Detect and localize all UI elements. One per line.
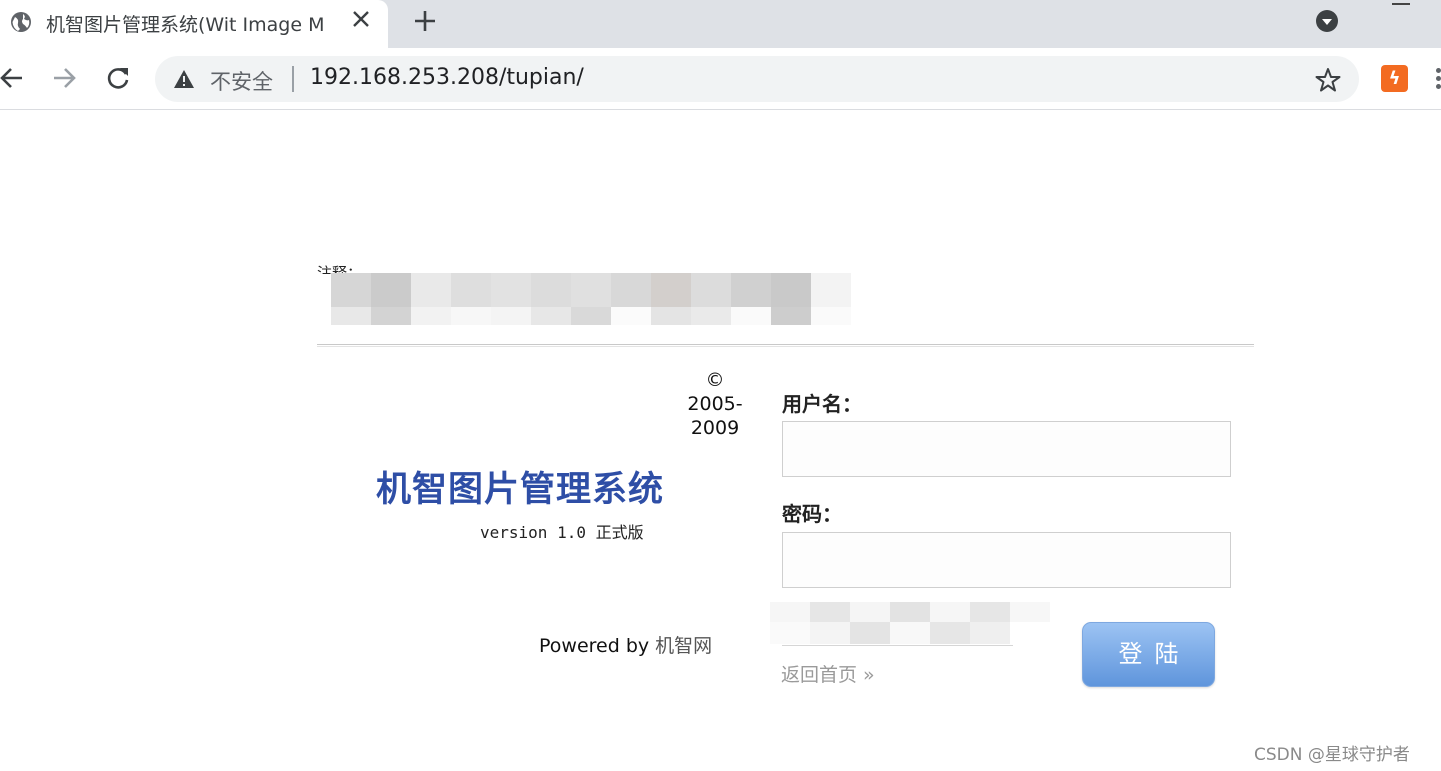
minimize-icon[interactable] <box>1392 3 1410 5</box>
back-icon[interactable] <box>0 64 26 92</box>
watermark-text: CSDN @星球守护者 <box>1254 745 1410 765</box>
version-text: version 1.0 正式版 <box>480 523 644 542</box>
powered-by: Powered by 机智网 <box>539 631 712 658</box>
url-text[interactable]: 192.168.253.208/tupian/ <box>310 65 584 90</box>
new-tab-icon[interactable] <box>412 8 438 34</box>
forward-icon[interactable] <box>50 64 78 92</box>
back-home-link[interactable]: 返回首页 » <box>781 660 875 687</box>
omnibox-divider <box>292 66 294 92</box>
password-label: 密码： <box>782 502 842 526</box>
tab-search-icon[interactable] <box>1315 9 1339 33</box>
captcha-mosaic <box>770 602 1050 644</box>
address-bar[interactable]: 不安全 192.168.253.208/tupian/ <box>155 56 1359 102</box>
powered-by-link[interactable]: 机智网 <box>655 635 712 657</box>
copyright-symbol: © <box>705 369 725 391</box>
reload-icon[interactable] <box>104 64 132 92</box>
password-input[interactable] <box>782 532 1231 588</box>
copyright-text: © 2005- 2009 <box>672 368 758 440</box>
copyright-year-start: 2005- <box>687 393 743 415</box>
browser-tab[interactable]: 机智图片管理系统(Wit Image M <box>0 0 388 48</box>
copyright-year-end: 2009 <box>690 417 740 439</box>
globe-icon <box>11 12 31 32</box>
extension-icon[interactable]: ϟ <box>1381 65 1408 92</box>
tab-title: 机智图片管理系统(Wit Image M <box>46 14 325 36</box>
bookmark-star-icon[interactable] <box>1315 67 1341 93</box>
warning-icon[interactable] <box>173 69 195 89</box>
menu-icon[interactable] <box>1436 68 1441 90</box>
username-input[interactable] <box>782 421 1231 477</box>
captcha-underline <box>782 645 1013 646</box>
redacted-mosaic <box>331 273 851 325</box>
username-label: 用户名： <box>782 392 862 416</box>
horizontal-divider <box>317 344 1254 347</box>
powered-by-prefix: Powered by <box>539 635 656 657</box>
browser-toolbar: 不安全 192.168.253.208/tupian/ ϟ <box>0 48 1441 110</box>
brand-title: 机智图片管理系统 <box>376 470 665 510</box>
security-status[interactable]: 不安全 <box>210 66 273 96</box>
close-icon[interactable] <box>350 8 372 30</box>
login-button[interactable]: 登陆 <box>1082 622 1215 687</box>
tab-strip: 机智图片管理系统(Wit Image M <box>0 0 1441 48</box>
